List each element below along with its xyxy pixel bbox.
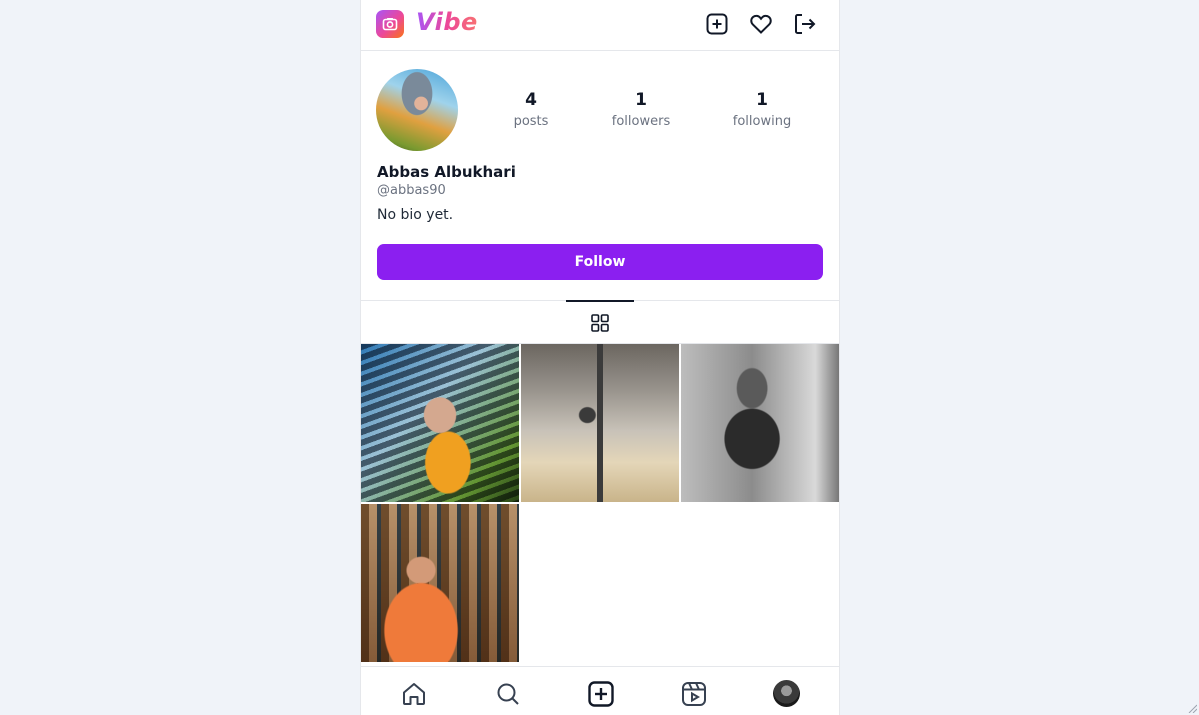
tab-posts-grid[interactable] xyxy=(590,313,610,333)
followers-count: 1 xyxy=(635,90,647,110)
profile-handle: @abbas90 xyxy=(377,183,446,198)
bottom-nav xyxy=(361,666,839,715)
stat-following[interactable]: 1 following xyxy=(712,90,812,129)
post-thumbnail[interactable] xyxy=(681,344,839,502)
nav-create[interactable] xyxy=(587,680,615,708)
home-icon xyxy=(403,683,425,705)
following-count: 1 xyxy=(756,90,768,110)
logout-button[interactable] xyxy=(792,11,818,37)
posts-count: 4 xyxy=(525,90,537,110)
profile-avatar-large xyxy=(376,69,458,151)
brand-name[interactable]: Vibe xyxy=(416,8,478,36)
active-tab-indicator xyxy=(566,300,634,302)
logout-icon xyxy=(795,14,816,34)
post-thumbnail[interactable] xyxy=(361,344,519,502)
followers-label: followers xyxy=(611,114,671,129)
search-icon xyxy=(497,683,519,705)
nav-search[interactable] xyxy=(494,680,522,708)
app-frame: Vibe 4 posts 1 followers 1 following Abb… xyxy=(360,0,840,715)
stat-followers[interactable]: 1 followers xyxy=(591,90,691,129)
notifications-button[interactable] xyxy=(748,11,774,37)
new-post-button[interactable] xyxy=(704,11,730,37)
stat-posts: 4 posts xyxy=(481,90,581,129)
nav-reels[interactable] xyxy=(680,680,708,708)
create-icon xyxy=(588,681,614,707)
nav-profile-avatar[interactable] xyxy=(773,680,800,707)
post-thumbnail[interactable] xyxy=(361,504,519,662)
grid-icon xyxy=(591,314,609,332)
heart-icon xyxy=(750,14,772,34)
posts-label: posts xyxy=(513,114,549,129)
profile-name: Abbas Albukhari xyxy=(377,163,516,181)
follow-button[interactable]: Follow xyxy=(377,244,823,280)
nav-home[interactable] xyxy=(400,680,428,708)
reels-icon xyxy=(682,682,706,706)
post-thumbnail[interactable] xyxy=(521,344,679,502)
plus-square-icon xyxy=(706,13,728,35)
following-label: following xyxy=(732,114,792,129)
profile-bio: No bio yet. xyxy=(377,207,454,223)
resize-grip-icon[interactable] xyxy=(1187,703,1197,713)
camera-icon[interactable] xyxy=(376,10,404,38)
top-header: Vibe xyxy=(361,0,839,51)
